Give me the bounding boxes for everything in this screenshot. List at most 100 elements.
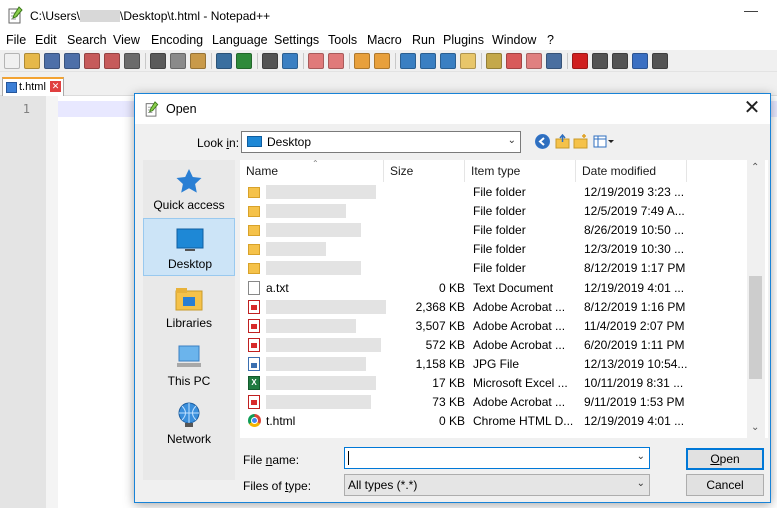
file-row[interactable]: 1,158 KB JPG File 12/13/2019 10:54... xyxy=(240,355,750,374)
file-date-modified: 11/4/2019 2:07 PM xyxy=(584,318,685,333)
save-icon[interactable] xyxy=(44,53,60,69)
toolbar-separator xyxy=(257,53,258,69)
file-type: Text Document xyxy=(473,280,554,295)
open-button[interactable]: Open xyxy=(686,448,764,470)
menu-run[interactable]: Run xyxy=(412,33,435,47)
place-libraries[interactable]: Libraries xyxy=(143,278,235,336)
menu-help[interactable]: ? xyxy=(547,33,554,47)
file-row[interactable]: X 17 KB Microsoft Excel ... 10/11/2019 8:31… xyxy=(240,374,750,393)
file-name xyxy=(266,376,376,390)
zoom-in-icon[interactable] xyxy=(308,53,324,69)
redo-icon[interactable] xyxy=(236,53,252,69)
menu-window[interactable]: Window xyxy=(492,33,536,47)
find-icon[interactable] xyxy=(262,53,278,69)
show-all-chars-icon[interactable] xyxy=(420,53,436,69)
file-row[interactable]: File folder 8/26/2019 10:50 ... xyxy=(240,221,750,240)
file-size: 1,158 KB xyxy=(415,356,465,371)
sync-h-icon[interactable] xyxy=(374,53,390,69)
column-header-name[interactable]: Name ⌃ xyxy=(240,159,384,182)
menu-file[interactable]: File xyxy=(6,33,26,47)
file-row[interactable]: 73 KB Adobe Acrobat ... 9/11/2019 1:53 PM xyxy=(240,393,750,412)
file-row[interactable]: t.html 0 KB Chrome HTML D... 12/19/2019 4:0… xyxy=(240,412,750,431)
minimize-button[interactable]: — xyxy=(744,2,758,18)
record-macro-icon[interactable] xyxy=(572,53,588,69)
column-header-type[interactable]: Item type xyxy=(465,160,576,182)
file-row[interactable]: File folder 12/3/2019 10:30 ... xyxy=(240,240,750,259)
dialog-close-button[interactable]: ✕ xyxy=(739,97,765,121)
column-header-date[interactable]: Date modified xyxy=(576,160,687,182)
save-all-icon[interactable] xyxy=(64,53,80,69)
view-menu-icon[interactable] xyxy=(593,134,615,149)
play-macro-icon[interactable] xyxy=(612,53,628,69)
indent-guide-icon[interactable] xyxy=(440,53,456,69)
word-wrap-icon[interactable] xyxy=(400,53,416,69)
file-row[interactable]: a.txt 0 KB Text Document 12/19/2019 4:01 ..… xyxy=(240,279,750,298)
copy-icon[interactable] xyxy=(170,53,186,69)
new-file-icon[interactable] xyxy=(4,53,20,69)
run-macro-multiple-icon[interactable] xyxy=(632,53,648,69)
file-row[interactable]: File folder 12/19/2019 3:23 ... xyxy=(240,183,750,202)
scroll-up-icon[interactable]: ⌃ xyxy=(751,162,759,173)
menu-settings[interactable]: Settings xyxy=(274,33,319,47)
main-toolbar xyxy=(0,50,777,72)
function-list-icon[interactable] xyxy=(486,53,502,69)
zoom-out-icon[interactable] xyxy=(328,53,344,69)
cancel-button[interactable]: Cancel xyxy=(686,474,764,496)
close-all-icon[interactable] xyxy=(104,53,120,69)
print-icon[interactable] xyxy=(124,53,140,69)
new-folder-icon[interactable] xyxy=(573,134,588,149)
file-row[interactable]: 572 KB Adobe Acrobat ... 6/20/2019 1:11 PM xyxy=(240,336,750,355)
file-name xyxy=(266,242,326,257)
back-arrow-icon[interactable] xyxy=(535,134,550,149)
folder-workspace-icon[interactable] xyxy=(506,53,522,69)
menu-macro[interactable]: Macro xyxy=(367,33,402,47)
eye-icon[interactable] xyxy=(546,53,562,69)
place-quick-access[interactable]: Quick access xyxy=(143,160,235,218)
file-list-scrollbar[interactable]: ⌃ ⌄ xyxy=(747,160,765,438)
close-icon[interactable] xyxy=(84,53,100,69)
menu-encoding[interactable]: Encoding xyxy=(151,33,203,47)
redacted-username xyxy=(80,10,121,22)
menu-language[interactable]: Language xyxy=(212,33,268,47)
menu-tools[interactable]: Tools xyxy=(328,33,357,47)
files-of-type-dropdown[interactable]: All types (*.*) ⌄ xyxy=(344,474,650,496)
notepad-plus-plus-logo-icon xyxy=(145,101,159,117)
scroll-down-icon[interactable]: ⌄ xyxy=(751,422,759,433)
chevron-down-icon[interactable]: ⌄ xyxy=(637,451,645,462)
place-desktop[interactable]: Desktop xyxy=(143,218,235,276)
file-row[interactable]: 3,507 KB Adobe Acrobat ... 11/4/2019 2:07 … xyxy=(240,317,750,336)
tab-close-icon[interactable]: ✕ xyxy=(50,81,61,92)
file-row[interactable]: File folder 12/5/2019 7:49 A... xyxy=(240,202,750,221)
tab-t-html[interactable]: t.html ✕ xyxy=(2,77,64,96)
file-name xyxy=(266,356,366,371)
cut-icon[interactable] xyxy=(150,53,166,69)
open-file-icon[interactable] xyxy=(24,53,40,69)
place-network[interactable]: Network xyxy=(143,394,235,452)
sync-v-icon[interactable] xyxy=(354,53,370,69)
menu-search[interactable]: Search xyxy=(67,33,107,47)
place-this-pc[interactable]: This PC xyxy=(143,336,235,394)
menu-view[interactable]: View xyxy=(113,33,140,47)
file-row[interactable]: 2,368 KB Adobe Acrobat ... 8/12/2019 1:16 … xyxy=(240,298,750,317)
look-in-dropdown[interactable]: Desktop ⌄ xyxy=(241,131,521,153)
up-folder-icon[interactable] xyxy=(555,134,570,149)
notepad-plus-plus-logo-icon xyxy=(8,6,23,24)
menu-plugins[interactable]: Plugins xyxy=(443,33,484,47)
places-bar: Quick access Desktop Libraries This PC N… xyxy=(143,160,235,480)
replace-icon[interactable] xyxy=(282,53,298,69)
file-name xyxy=(266,299,386,314)
xls-file-icon: X xyxy=(248,376,260,390)
file-name xyxy=(266,337,381,352)
stop-macro-icon[interactable] xyxy=(592,53,608,69)
doc-map-icon[interactable] xyxy=(460,53,476,69)
menu-edit[interactable]: Edit xyxy=(35,33,57,47)
save-macro-icon[interactable] xyxy=(652,53,668,69)
undo-icon[interactable] xyxy=(216,53,232,69)
file-row[interactable]: File folder 8/12/2019 1:17 PM xyxy=(240,259,750,278)
toolbar-separator xyxy=(211,53,212,69)
paste-icon[interactable] xyxy=(190,53,206,69)
monitoring-icon[interactable] xyxy=(526,53,542,69)
file-name-input[interactable]: ⌄ xyxy=(344,447,650,469)
column-header-size[interactable]: Size xyxy=(384,160,465,182)
scroll-thumb[interactable] xyxy=(749,276,762,379)
